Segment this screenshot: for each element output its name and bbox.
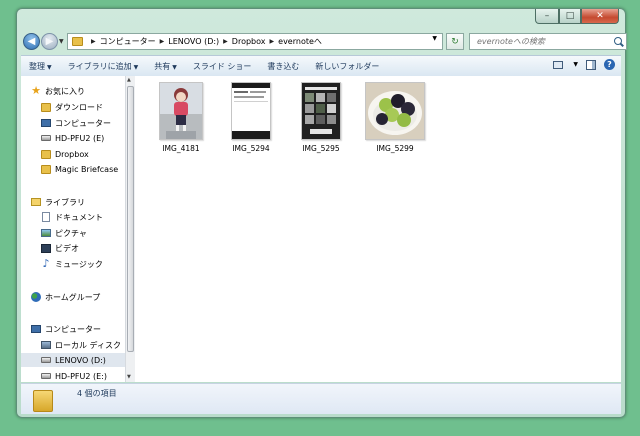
breadcrumb-evernote[interactable]: evernoteへ (278, 36, 322, 47)
computer-icon (31, 325, 41, 333)
arrow-left-icon: ◀ (27, 36, 36, 47)
file-name: IMG_5294 (232, 144, 270, 153)
nav-local-disk[interactable]: ローカル ディスク (41, 338, 121, 352)
music-icon: ♪ (42, 257, 50, 270)
organize-button[interactable]: 整理 ▼ (21, 61, 60, 72)
photo-thumbnail (365, 82, 425, 140)
folder-icon (41, 164, 51, 174)
drive-icon (41, 357, 51, 363)
address-bar[interactable]: ▶ コンピューター ▶ LENOVO (D:) ▶ Dropbox ▶ ever… (67, 33, 443, 50)
change-view-icon[interactable] (553, 60, 564, 69)
recent-pages-dropdown[interactable]: ▼ (59, 38, 64, 45)
picture-icon (41, 229, 51, 237)
folder-icon (41, 149, 51, 159)
nav-computer[interactable]: コンピューター (31, 322, 101, 336)
local-disk-icon (41, 341, 51, 349)
file-name: IMG_5299 (376, 144, 414, 153)
nav-pictures[interactable]: ピクチャ (41, 226, 87, 240)
nav-hd-pfu2-e[interactable]: HD-PFU2 (E:) (41, 369, 107, 382)
content-area: ★ お気に入り ダウンロード コンピューター HD-PFU2 (E) Dropbo… (21, 76, 621, 382)
phone-screenshot-dark-image (305, 87, 337, 134)
file-name: IMG_5295 (302, 144, 340, 153)
forward-button[interactable]: ▶ (41, 33, 58, 50)
back-button[interactable]: ◀ (23, 33, 40, 50)
address-row: ◀ ▶ ▼ ▶ コンピューター ▶ LENOVO (D:) ▶ Dropbox … (23, 31, 627, 53)
refresh-icon: ↻ (451, 36, 459, 47)
search-icon[interactable] (614, 37, 622, 45)
help-icon[interactable]: ? (604, 59, 615, 70)
breadcrumb-dropbox[interactable]: Dropbox (232, 37, 266, 46)
star-icon: ★ (31, 84, 41, 97)
drive-icon (41, 373, 51, 379)
nav-videos[interactable]: ビデオ (41, 241, 79, 255)
close-button[interactable]: ✕ (581, 9, 619, 24)
nav-dropbox[interactable]: Dropbox (41, 147, 89, 161)
scroll-up-icon[interactable]: ▲ (127, 77, 131, 83)
share-button[interactable]: 共有 ▼ (146, 61, 185, 72)
address-dropdown-icon[interactable]: ▼ (432, 35, 437, 42)
chevron-right-icon[interactable]: ▶ (223, 38, 228, 45)
caption-buttons: – □ ✕ (535, 9, 619, 25)
refresh-button[interactable]: ↻ (446, 33, 464, 50)
video-icon (41, 243, 51, 253)
nav-music[interactable]: ♪ ミュージック (41, 257, 102, 271)
scroll-down-icon[interactable]: ▼ (127, 374, 131, 380)
file-list: IMG_4181 IMG_5294 IMG_5295 IMG_5299 (139, 76, 621, 382)
photo-thumbnail (159, 82, 203, 140)
breadcrumb-lenovo[interactable]: LENOVO (D:) (168, 37, 219, 46)
library-icon (31, 198, 41, 206)
breadcrumb-computer[interactable]: コンピューター (100, 36, 156, 47)
file-tile[interactable]: IMG_5295 (287, 82, 355, 153)
navigation-pane: ★ お気に入り ダウンロード コンピューター HD-PFU2 (E) Dropbo… (21, 76, 125, 382)
nav-libraries[interactable]: ライブラリ (31, 195, 85, 209)
file-tile[interactable]: IMG_4181 (147, 82, 215, 153)
document-icon (42, 212, 50, 222)
nav-downloads[interactable]: ダウンロード (41, 100, 103, 114)
chevron-right-icon[interactable]: ▶ (91, 38, 96, 45)
folder-icon (72, 37, 83, 46)
view-dropdown-icon[interactable]: ▼ (573, 61, 578, 68)
nav-favorites[interactable]: ★ お気に入り (31, 84, 85, 98)
homegroup-icon (31, 292, 41, 302)
nav-documents[interactable]: ドキュメント (41, 210, 103, 224)
file-tile[interactable]: IMG_5294 (217, 82, 285, 153)
folder-icon (33, 390, 53, 412)
navigation-scrollbar[interactable]: ▲ ▼ (125, 76, 135, 382)
search-input[interactable] (475, 36, 609, 47)
command-bar: 整理 ▼ ライブラリに追加 ▼ 共有 ▼ スライド ショー 書き込む 新しいフォルダー… (21, 55, 621, 77)
chevron-right-icon[interactable]: ▶ (270, 38, 275, 45)
grapes-photo-image (366, 83, 424, 139)
burn-button[interactable]: 書き込む (259, 61, 307, 72)
folder-icon (41, 102, 51, 112)
nav-lenovo-d[interactable]: LENOVO (D:) (21, 353, 125, 367)
minimize-button[interactable]: – (535, 9, 559, 24)
scrollbar-thumb[interactable] (127, 86, 134, 352)
add-to-library-button[interactable]: ライブラリに追加 ▼ (60, 61, 147, 72)
new-folder-button[interactable]: 新しいフォルダー (307, 61, 387, 72)
nav-magic-briefcase[interactable]: Magic Briefcase (41, 162, 118, 176)
arrow-right-icon: ▶ (45, 36, 54, 47)
nav-homegroup[interactable]: ホームグループ (31, 290, 100, 304)
phone-screenshot-image (232, 83, 270, 139)
chevron-right-icon[interactable]: ▶ (160, 38, 165, 45)
portrait-photo-image (166, 88, 196, 139)
nav-computer-fav[interactable]: コンピューター (41, 116, 111, 130)
explorer-window: – □ ✕ ◀ ▶ ▼ ▶ コンピューター ▶ LENOVO (D:) ▶ Dr… (16, 8, 627, 418)
maximize-button[interactable]: □ (559, 9, 581, 24)
screenshot-thumbnail (301, 82, 341, 140)
file-tile[interactable]: IMG_5299 (357, 82, 433, 153)
screenshot-thumbnail (231, 82, 271, 140)
computer-icon (41, 119, 51, 127)
toolbar-right: ▼ ? (553, 59, 615, 70)
item-count: 4 個の項目 (77, 389, 117, 398)
drive-icon (41, 135, 51, 141)
preview-pane-icon[interactable] (586, 59, 596, 70)
status-bar: 4 個の項目 (21, 383, 621, 414)
slideshow-button[interactable]: スライド ショー (185, 61, 260, 72)
search-box (469, 33, 627, 50)
file-name: IMG_4181 (162, 144, 200, 153)
nav-hd-pfu2-fav[interactable]: HD-PFU2 (E) (41, 131, 104, 145)
